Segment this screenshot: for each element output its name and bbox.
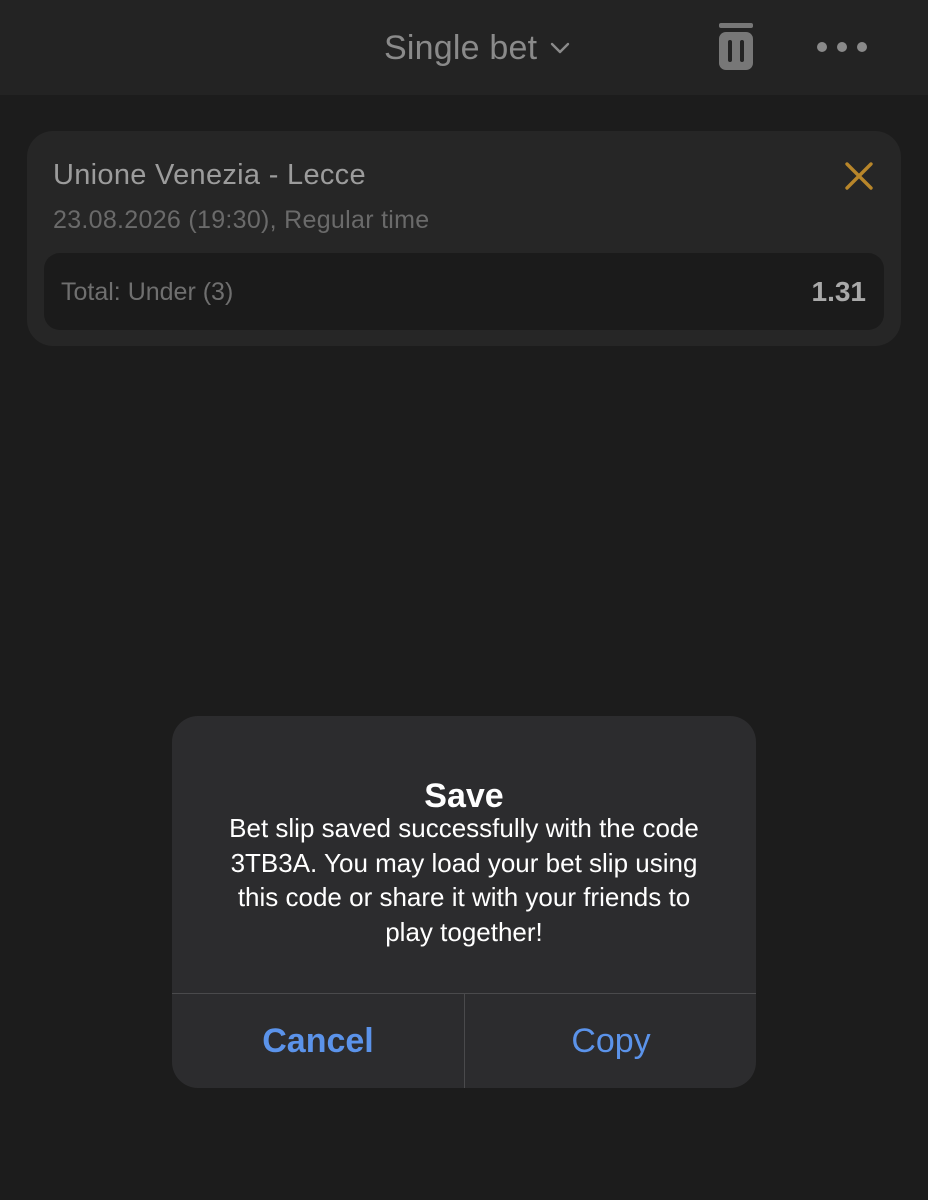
alert-message: Bet slip saved successfully with the cod… <box>229 813 699 947</box>
bet-slip-screen: Single bet Unione Venezia - Lecce 23.08.… <box>0 0 928 1200</box>
save-alert-dialog: Save Bet slip saved successfully with th… <box>172 716 756 1088</box>
bet-type-selector[interactable]: Single bet <box>384 26 571 70</box>
outcome-label: Total: Under (3) <box>61 278 234 306</box>
match-datetime: 23.08.2026 (19:30), Regular time <box>53 206 430 234</box>
chevron-down-icon <box>551 42 570 54</box>
copy-button[interactable]: Copy <box>465 994 756 1088</box>
more-icon[interactable] <box>814 36 870 58</box>
close-icon[interactable] <box>842 159 876 193</box>
bet-card: Unione Venezia - Lecce 23.08.2026 (19:30… <box>27 131 901 346</box>
bet-outcome: Total: Under (3) 1.31 <box>44 253 884 330</box>
match-title: Unione Venezia - Lecce <box>53 159 366 191</box>
trash-icon[interactable] <box>716 20 756 72</box>
alert-title: Save <box>424 777 504 815</box>
top-bar: Single bet <box>0 0 928 95</box>
bet-type-label: Single bet <box>384 28 538 67</box>
outcome-odds: 1.31 <box>811 276 867 307</box>
cancel-button[interactable]: Cancel <box>172 994 464 1088</box>
